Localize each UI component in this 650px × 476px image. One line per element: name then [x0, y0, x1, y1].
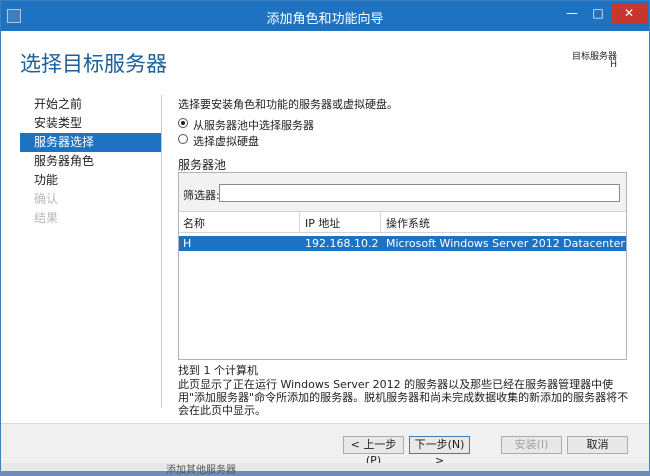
nav-divider: [161, 95, 162, 408]
row-ip: 192.168.10.2: [305, 237, 379, 250]
close-button[interactable]: ✕: [611, 4, 647, 24]
radio-virtual-disk-label[interactable]: 选择虚拟硬盘: [193, 133, 259, 149]
maximize-button[interactable]: □: [585, 4, 611, 24]
next-button[interactable]: 下一步(N) >: [409, 436, 470, 467]
nav-item-server-selection[interactable]: 服务器选择: [20, 133, 161, 152]
radio-server-pool[interactable]: [178, 118, 188, 128]
page-title: 选择目标服务器: [20, 52, 167, 76]
server-pool-list[interactable]: 筛选器: 名称 IP 地址 操作系统 H 192.168.10.2 Micros…: [178, 172, 627, 360]
column-header-ip[interactable]: IP 地址: [305, 215, 340, 231]
instruction-text: 选择要安装角色和功能的服务器或虚拟硬盘。: [178, 98, 398, 111]
nav-item-installation-type[interactable]: 安装类型: [20, 114, 161, 133]
column-header-name[interactable]: 名称: [183, 215, 205, 231]
window-title: 添加角色和功能向导: [266, 12, 384, 27]
target-server-value: H: [610, 60, 617, 70]
wizard-window: 添加角色和功能向导 — □ ✕ 选择目标服务器 目标服务器 H 开始之前 安装类…: [0, 0, 650, 476]
column-separator[interactable]: [380, 212, 381, 233]
server-pool-title: 服务器池: [178, 158, 227, 172]
filter-label: 筛选器:: [183, 189, 220, 202]
radio-virtual-disk[interactable]: [178, 134, 188, 144]
title-bar[interactable]: 添加角色和功能向导 — □ ✕: [1, 1, 649, 31]
nav-item-results: 结果: [34, 211, 59, 225]
row-os: Microsoft Windows Server 2012 Datacenter: [386, 237, 625, 250]
nav-item-features[interactable]: 功能: [20, 171, 161, 190]
column-separator[interactable]: [299, 212, 300, 233]
table-header: 名称 IP 地址 操作系统: [179, 211, 626, 233]
install-button: 安装(I): [501, 436, 562, 454]
row-name: H: [183, 237, 192, 250]
wizard-nav: 开始之前 安装类型 服务器选择 服务器角色 功能 确认 结果: [20, 95, 161, 228]
radio-server-pool-label[interactable]: 从服务器池中选择服务器: [193, 117, 314, 133]
nav-item-before-you-begin[interactable]: 开始之前: [20, 95, 161, 114]
filter-area: 筛选器:: [179, 173, 626, 211]
nav-item-confirmation: 确认: [34, 192, 59, 206]
column-header-os[interactable]: 操作系统: [386, 215, 430, 231]
description-text: 此页显示了正在运行 Windows Server 2012 的服务器以及那些已经…: [178, 378, 629, 417]
background-status-text: 添加其他服务器: [166, 465, 236, 476]
filter-input[interactable]: [219, 184, 620, 202]
minimize-button[interactable]: —: [559, 4, 585, 24]
previous-button[interactable]: < 上一步(P): [343, 436, 404, 467]
found-count: 找到 1 个计算机: [178, 364, 258, 377]
cancel-button[interactable]: 取消: [567, 436, 628, 454]
nav-item-server-roles[interactable]: 服务器角色: [20, 152, 161, 171]
table-row[interactable]: H 192.168.10.2 Microsoft Windows Server …: [179, 236, 626, 251]
